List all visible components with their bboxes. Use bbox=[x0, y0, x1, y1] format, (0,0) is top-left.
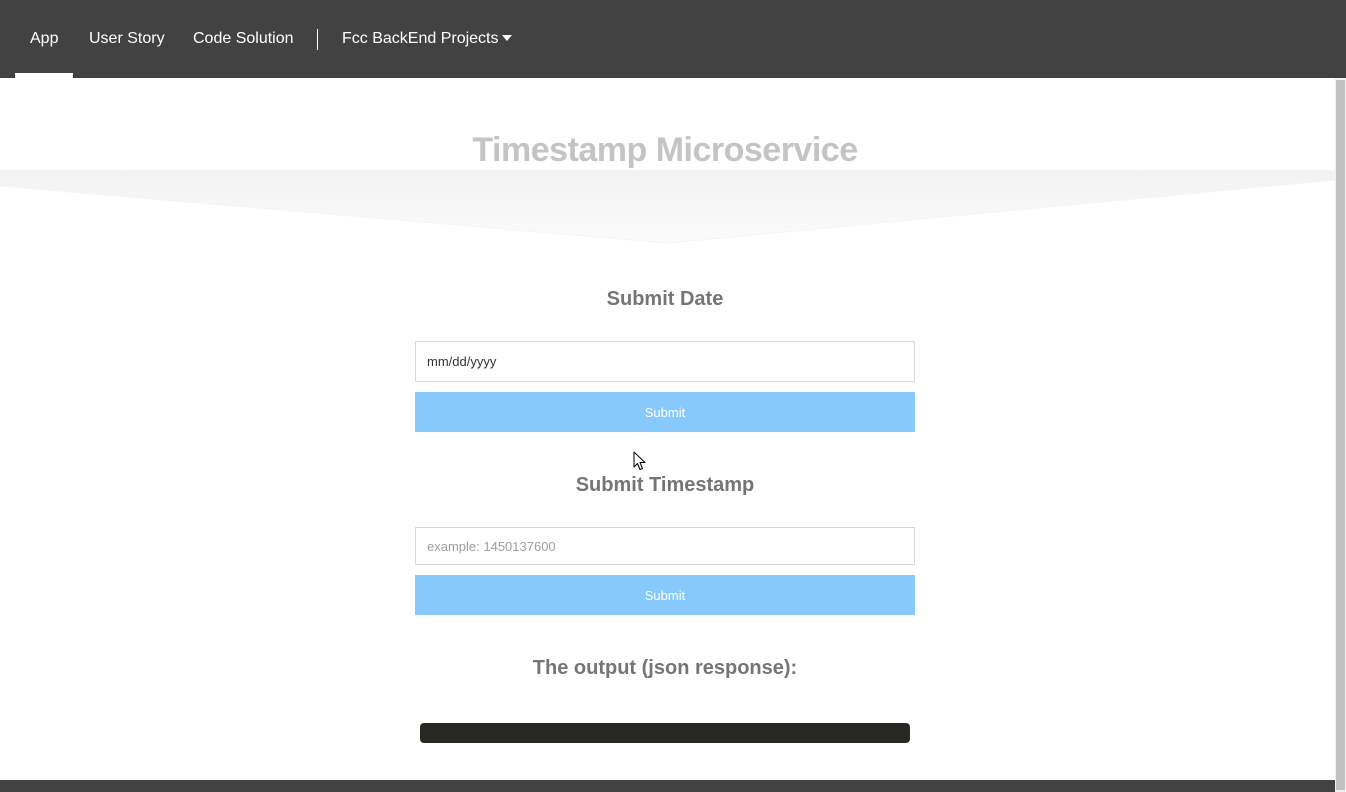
nav-item-app[interactable]: App bbox=[14, 0, 75, 78]
footer-bar bbox=[0, 780, 1335, 792]
nav-item-code-solution[interactable]: Code Solution bbox=[193, 0, 294, 78]
nav-dropdown-projects[interactable]: Fcc BackEnd Projects bbox=[342, 0, 512, 78]
submit-date-button[interactable]: Submit bbox=[415, 392, 915, 432]
date-input[interactable] bbox=[415, 341, 915, 382]
submit-timestamp-heading: Submit Timestamp bbox=[575, 474, 755, 496]
output-heading: The output (json response): bbox=[532, 657, 798, 679]
json-output-box bbox=[420, 723, 910, 743]
page-scrollbar[interactable] bbox=[1335, 78, 1346, 792]
submit-date-heading: Submit Date bbox=[606, 288, 724, 310]
submit-timestamp-button[interactable]: Submit bbox=[415, 575, 915, 615]
scrollbar-thumb[interactable] bbox=[1336, 80, 1345, 790]
timestamp-input[interactable] bbox=[415, 527, 915, 565]
nav-item-user-story[interactable]: User Story bbox=[89, 0, 165, 78]
top-navbar: App User Story Code Solution Fcc BackEnd… bbox=[0, 0, 1346, 78]
mouse-pointer-icon bbox=[633, 451, 646, 470]
nav-divider bbox=[317, 29, 318, 50]
hero-chevron-shape bbox=[0, 170, 1335, 244]
nav-dropdown-label: Fcc BackEnd Projects bbox=[342, 30, 499, 47]
caret-down-icon bbox=[501, 34, 512, 41]
page-title: Timestamp Microservice bbox=[472, 131, 858, 169]
